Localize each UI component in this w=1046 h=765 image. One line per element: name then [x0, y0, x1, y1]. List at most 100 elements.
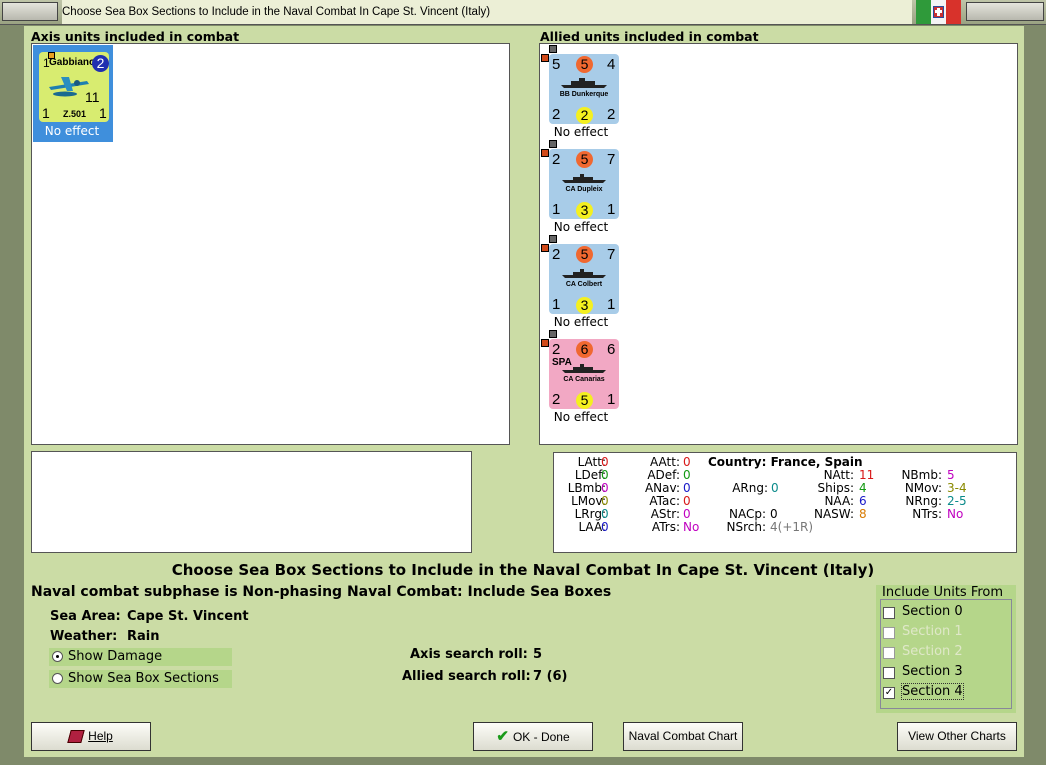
stat-label: ANav: [644, 481, 680, 495]
unit-top-right-value: 7 [607, 151, 616, 168]
stat-label: LBmb: [567, 481, 606, 495]
stat-value: 11 [859, 468, 875, 482]
unit-effect: No effect [553, 125, 609, 139]
stat-label: NTrs: [912, 507, 942, 521]
stat-value: 0 [683, 494, 691, 508]
allied-units-list[interactable]: 5 5 4 BB Dunkerque 2 2 2 No effect 2 5 7… [539, 43, 1018, 445]
checkbox-icon[interactable] [883, 607, 895, 619]
unit-attack-value: 6 [576, 341, 593, 358]
unit-effect: No effect [44, 124, 100, 138]
allied-unit-counter[interactable]: 2 5 7 CA Colbert 1 3 1 [549, 244, 619, 314]
show-damage-radio[interactable]: Show Damage [49, 648, 232, 666]
show-sections-label: Show Sea Box Sections [68, 671, 219, 686]
stat-label: LRrg: [574, 507, 606, 521]
stat-value: 0 [601, 494, 609, 508]
unit-bottom-left-value: 1 [552, 201, 561, 218]
section-3-label: Section 3 [902, 664, 963, 679]
unit-bottom-right-value: 2 [607, 106, 616, 123]
subphase-text: Naval combat subphase is Non-phasing Nav… [31, 584, 612, 600]
checkmark-icon[interactable]: ✓ [883, 687, 895, 699]
checkbox-icon [883, 647, 895, 659]
unit-bottom-left-value: 2 [552, 106, 561, 123]
unit-top-right-value: 4 [607, 56, 616, 73]
stat-value: 0 [683, 468, 691, 482]
unit-name: Gabbiano [49, 57, 96, 68]
axis-units-heading: Axis units included in combat [31, 29, 240, 44]
help-book-icon [67, 730, 85, 744]
sea-area-label: Sea Area: [50, 609, 121, 624]
allied-unit-counter[interactable]: 2 5 7 CA Dupleix 1 3 1 [549, 149, 619, 219]
stat-label: ATrs: [651, 520, 680, 534]
checkbox-icon [883, 627, 895, 639]
stat-value: 0 [601, 455, 609, 469]
unit-status-marker [541, 54, 549, 62]
unit-status-marker [541, 339, 549, 347]
stat-value: 2-5 [947, 494, 967, 508]
unit-status-marker [549, 330, 557, 338]
section-0-label: Section 0 [902, 604, 963, 619]
stat-label: AAtt: [650, 455, 680, 469]
axis-unit-counter[interactable]: 1 Gabbiano 2 11 1 Z.501 1 [39, 52, 109, 122]
unit-effect: No effect [553, 315, 609, 329]
unit-effect: No effect [553, 410, 609, 424]
stat-value: 0 [601, 468, 609, 482]
unit-status-marker [541, 244, 549, 252]
window-title: Choose Sea Box Sections to Include in th… [62, 0, 912, 24]
unit-bottom-left-value: 1 [42, 105, 50, 121]
stat-label: NASW: [813, 507, 854, 521]
stat-label: NRng: [905, 494, 942, 508]
unit-bottom-right-value: 1 [99, 105, 107, 121]
help-button[interactable]: Help [31, 722, 151, 751]
stat-label: NBmb: [901, 468, 942, 482]
italy-flag-icon [916, 0, 961, 24]
unit-badge: 2 [92, 55, 109, 72]
unit-bottom-right-value: 1 [607, 296, 616, 313]
include-units-group: Include Units From Section 0 Section 1 S… [876, 585, 1016, 713]
unit-move-value: 5 [576, 392, 593, 409]
unit-attack-value: 5 [576, 151, 593, 168]
unit-attack-value: 5 [576, 56, 593, 73]
stat-value: 0 [683, 481, 691, 495]
radio-selected-icon[interactable] [52, 651, 63, 662]
unit-name: CA Colbert [565, 281, 603, 288]
unit-top-left-value: 2 [552, 341, 561, 358]
unit-detail-panel [31, 451, 472, 553]
axis-units-list[interactable]: 1 Gabbiano 2 11 1 Z.501 1 No effect [31, 43, 510, 445]
stat-label: LDef: [574, 468, 606, 482]
stat-label: NAA: [824, 494, 854, 508]
weather-value: Rain [127, 629, 160, 644]
radio-unselected-icon[interactable] [52, 673, 63, 684]
battleship-icon [561, 78, 607, 88]
stat-value: 0 [770, 507, 778, 521]
unit-status-marker [549, 45, 557, 53]
stat-label: Ships: [817, 481, 854, 495]
unit-status-marker [549, 140, 557, 148]
unit-top-left-value: 2 [552, 151, 561, 168]
unit-top-left-value: 5 [552, 56, 561, 73]
allied-search-roll-value: 7 (6) [533, 669, 568, 684]
stat-value: 3-4 [947, 481, 967, 495]
close-window-button[interactable] [966, 2, 1044, 21]
system-menu-button[interactable] [2, 2, 58, 21]
cruiser-icon [562, 364, 606, 373]
unit-name: CA Dupleix [565, 186, 603, 193]
stat-label: LMov: [571, 494, 606, 508]
show-sections-radio[interactable]: Show Sea Box Sections [49, 670, 232, 688]
naval-combat-chart-button[interactable]: Naval Combat Chart [623, 722, 743, 751]
stat-label: LAtt: [577, 455, 606, 469]
unit-type: Z.501 [63, 109, 87, 119]
unit-attack-value: 5 [576, 246, 593, 263]
unit-top-left-value: 2 [552, 246, 561, 263]
weather-label: Weather: [50, 629, 118, 644]
stat-value: 6 [859, 494, 867, 508]
title-bar: Choose Sea Box Sections to Include in th… [0, 0, 1046, 25]
stat-value: 4(+1R) [770, 520, 814, 534]
allied-unit-counter[interactable]: 2 6 6 SPA CA Canarias 2 5 1 [549, 339, 619, 409]
view-other-charts-button[interactable]: View Other Charts [897, 722, 1017, 751]
ok-done-button[interactable]: ✔ OK - Done [473, 722, 593, 751]
checkmark-icon: ✔ [496, 728, 509, 745]
unit-bottom-right-value: 1 [607, 201, 616, 218]
unit-status-marker [549, 235, 557, 243]
checkbox-icon[interactable] [883, 667, 895, 679]
allied-unit-counter[interactable]: 5 5 4 BB Dunkerque 2 2 2 [549, 54, 619, 124]
